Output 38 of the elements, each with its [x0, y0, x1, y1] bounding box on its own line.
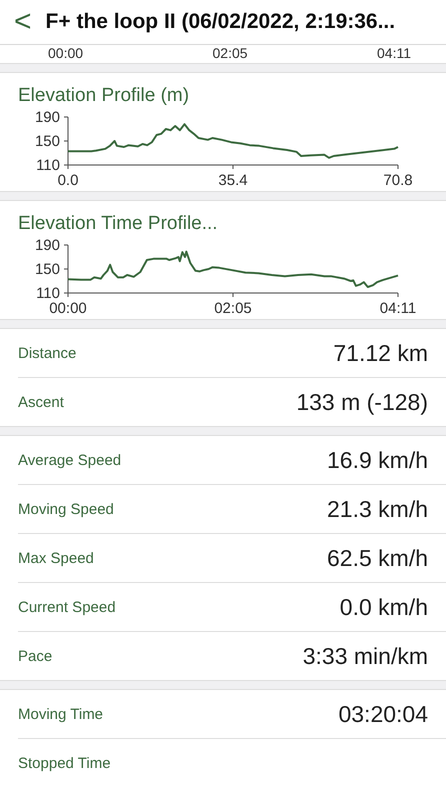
- stat-value: 62.5 km/h: [327, 544, 428, 572]
- stat-value: 16.9 km/h: [327, 446, 428, 474]
- stat-value: 133 m (-128): [296, 388, 428, 416]
- chart-title: Elevation Time Profile...: [17, 213, 219, 235]
- y-tick-label: 150: [34, 133, 60, 150]
- stat-label: Ascent: [18, 394, 64, 410]
- stat-label: Average Speed: [18, 452, 122, 468]
- stat-label: Distance: [18, 344, 76, 362]
- x-tick-label: 04:11: [380, 300, 416, 317]
- y-tick-label: 150: [34, 261, 60, 278]
- y-tick-label: 110: [36, 285, 60, 302]
- x-tick-label: 02:05: [214, 300, 252, 317]
- stat-value: 3:33 min/km: [302, 642, 428, 670]
- stat-value: 03:20:04: [338, 700, 428, 728]
- x-tick-label: 70.8: [383, 172, 413, 189]
- x-tick-label: 00:00: [48, 45, 84, 63]
- chart-title: Elevation Profile (m): [17, 85, 190, 107]
- back-button[interactable]: <: [14, 7, 32, 37]
- stat-label: Pace: [18, 648, 52, 664]
- y-tick-label: 190: [34, 237, 60, 254]
- y-tick-label: 110: [36, 157, 60, 174]
- page-title: F+ the loop II (06/02/2022, 2:19:36...: [46, 10, 396, 34]
- stat-label: Moving Time: [18, 706, 104, 722]
- y-axis: [64, 244, 68, 294]
- x-tick-label: 02:05: [212, 45, 248, 63]
- stat-value: 0.0 km/h: [340, 594, 428, 620]
- stat-label: Stopped Time: [18, 754, 111, 772]
- x-tick-label: 04:11: [377, 45, 411, 63]
- y-tick-label: 190: [34, 109, 60, 126]
- stat-value: 21.3 km/h: [327, 496, 428, 522]
- stat-label: Max Speed: [18, 550, 94, 566]
- y-axis: [64, 116, 68, 166]
- x-tick-label: 35.4: [218, 172, 248, 189]
- x-tick-label: 00:00: [49, 300, 87, 317]
- stat-value: 71.12 km: [333, 340, 428, 366]
- x-tick-label: 0.0: [58, 172, 78, 189]
- stat-label: Current Speed: [18, 598, 116, 616]
- stat-label: Moving Speed: [18, 500, 114, 518]
